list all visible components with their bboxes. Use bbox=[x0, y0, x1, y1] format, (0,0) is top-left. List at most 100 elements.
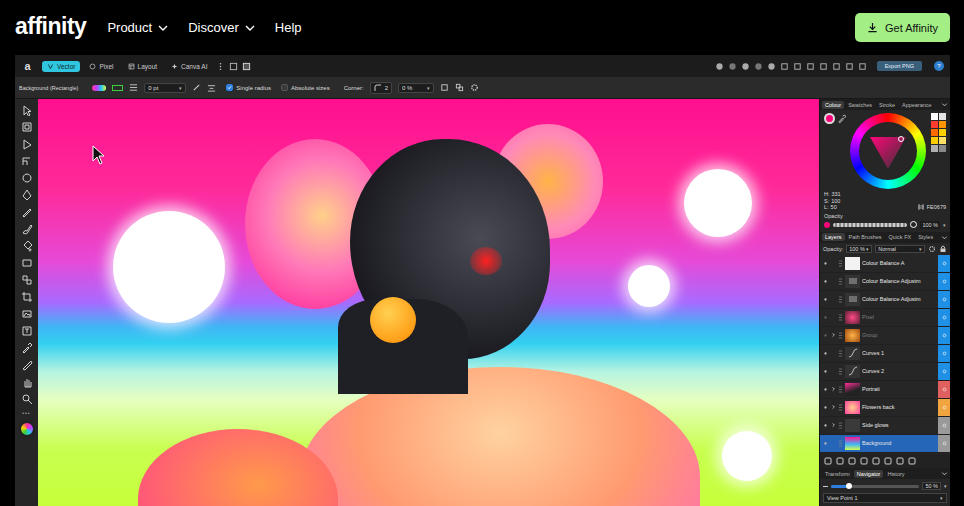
panel-tab[interactable]: Navigator bbox=[854, 470, 884, 478]
hand-tool-icon[interactable] bbox=[21, 376, 33, 388]
panel-tab[interactable]: Stroke bbox=[876, 101, 898, 109]
affinity-logo[interactable]: affinity bbox=[15, 13, 86, 43]
layer-row[interactable]: Pixel bbox=[820, 309, 950, 327]
layer-tag[interactable] bbox=[938, 291, 950, 308]
zoom-slider[interactable] bbox=[831, 485, 919, 488]
visibility-icon[interactable] bbox=[822, 350, 829, 357]
persona-tab[interactable]: Pixel bbox=[84, 61, 118, 72]
arrange-icon[interactable] bbox=[455, 83, 464, 92]
layer-row[interactable]: Colour Balance A bbox=[820, 255, 950, 273]
persona-tab[interactable]: Canva AI bbox=[166, 61, 212, 72]
visibility-icon[interactable] bbox=[822, 260, 829, 267]
rectangle-tool-icon[interactable] bbox=[21, 257, 33, 269]
shape-intersect-icon[interactable] bbox=[741, 62, 750, 71]
hex-field[interactable]: FE0679 bbox=[917, 203, 946, 211]
fill-swatch[interactable] bbox=[92, 85, 106, 91]
pen-tool-icon[interactable] bbox=[21, 189, 33, 201]
panel-tab[interactable]: Swatches bbox=[845, 101, 875, 109]
nav-link[interactable]: Product bbox=[107, 20, 168, 35]
expander[interactable] bbox=[831, 332, 836, 338]
panel-tab[interactable]: Appearance bbox=[899, 101, 935, 109]
swatch[interactable] bbox=[931, 121, 938, 128]
shape-divide-icon[interactable] bbox=[767, 62, 776, 71]
frame-icon[interactable] bbox=[242, 62, 251, 71]
node-tool-icon[interactable] bbox=[21, 138, 33, 150]
corner-count-field[interactable]: 2 bbox=[370, 82, 392, 94]
shape-add-icon[interactable] bbox=[715, 62, 724, 71]
layer-tag[interactable] bbox=[938, 381, 950, 398]
swatch[interactable] bbox=[931, 137, 938, 144]
artboard-tool-icon[interactable] bbox=[21, 121, 33, 133]
snap-icon[interactable] bbox=[806, 62, 815, 71]
visibility-icon[interactable] bbox=[822, 404, 829, 411]
fx-icon[interactable] bbox=[836, 457, 844, 465]
hsl-value[interactable]: S:100 bbox=[824, 198, 841, 205]
zoom-knob[interactable] bbox=[846, 483, 852, 489]
swatch[interactable] bbox=[939, 121, 946, 128]
layer-tag[interactable] bbox=[938, 399, 950, 416]
window-icon[interactable] bbox=[229, 62, 238, 71]
opacity-value[interactable]: 100 % bbox=[920, 221, 940, 229]
group-icon[interactable] bbox=[872, 457, 880, 465]
crop-tool-icon[interactable] bbox=[21, 291, 33, 303]
persona-tab[interactable]: Vector bbox=[42, 61, 80, 72]
knife-tool-icon[interactable] bbox=[21, 359, 33, 371]
shape-builder-tool-icon[interactable] bbox=[21, 172, 33, 184]
brush-tool-icon[interactable] bbox=[21, 223, 33, 235]
get-affinity-button[interactable]: Get Affinity bbox=[855, 13, 950, 42]
colour-selector[interactable] bbox=[19, 421, 35, 437]
checkbox-option[interactable]: Absolute sizes bbox=[281, 84, 330, 91]
app-logo[interactable]: a bbox=[21, 60, 34, 73]
assistant-icon[interactable] bbox=[819, 62, 828, 71]
stroke-width-field[interactable]: 0 pt▾ bbox=[144, 83, 186, 93]
colour-wheel[interactable] bbox=[850, 113, 926, 189]
expand-arrow-icon[interactable] bbox=[831, 386, 836, 392]
more-icon[interactable] bbox=[216, 62, 225, 71]
corner-value-field[interactable]: 0 %▾ bbox=[398, 83, 434, 93]
layer-row[interactable]: Flowers back bbox=[820, 399, 950, 417]
opacity-slider[interactable] bbox=[833, 223, 907, 227]
pen-icon[interactable] bbox=[192, 83, 201, 92]
adjust-icon[interactable] bbox=[848, 457, 856, 465]
text-frame-tool-icon[interactable] bbox=[21, 325, 33, 337]
shape-subtract-icon[interactable] bbox=[728, 62, 737, 71]
canvas[interactable] bbox=[38, 99, 819, 506]
view-point-dropdown[interactable]: View Point 1▾ bbox=[823, 493, 947, 503]
expand-arrow-icon[interactable] bbox=[831, 422, 836, 428]
layer-row[interactable]: Colour Balance Adjustm bbox=[820, 291, 950, 309]
checkbox-option[interactable]: Single radius bbox=[226, 84, 271, 91]
panel-tab[interactable]: Styles bbox=[915, 233, 936, 241]
visibility-icon[interactable] bbox=[822, 440, 829, 447]
swatch[interactable] bbox=[939, 129, 946, 136]
panel-tab[interactable]: Colour bbox=[822, 101, 844, 109]
expand-arrow-icon[interactable] bbox=[831, 332, 836, 338]
hsl-value[interactable]: H:331 bbox=[824, 191, 841, 198]
layer-row[interactable]: Side glows bbox=[820, 417, 950, 435]
mask-icon[interactable] bbox=[824, 457, 832, 465]
add-layer-icon[interactable] bbox=[884, 457, 892, 465]
more-tools[interactable]: ••• bbox=[22, 410, 30, 416]
flip-icon[interactable] bbox=[832, 62, 841, 71]
swatch[interactable] bbox=[939, 145, 946, 152]
visibility-icon[interactable] bbox=[822, 386, 829, 393]
live-filter-icon[interactable] bbox=[860, 457, 868, 465]
help-button[interactable]: ? bbox=[934, 61, 944, 71]
settings-icon[interactable] bbox=[470, 83, 479, 92]
transform-icon[interactable] bbox=[440, 83, 449, 92]
layer-tag[interactable] bbox=[938, 435, 950, 452]
shape-xor-icon[interactable] bbox=[754, 62, 763, 71]
opacity-knob[interactable] bbox=[910, 221, 917, 228]
panel-tab[interactable]: Quick FX bbox=[886, 233, 915, 241]
stroke-swatch[interactable] bbox=[112, 85, 123, 91]
layer-tag[interactable] bbox=[938, 327, 950, 344]
swatch[interactable] bbox=[931, 129, 938, 136]
panel-menu-icon[interactable] bbox=[941, 234, 948, 241]
colour-triangle[interactable] bbox=[868, 131, 908, 171]
align-icon[interactable] bbox=[207, 83, 216, 92]
layer-row[interactable]: Group bbox=[820, 327, 950, 345]
layer-tag[interactable] bbox=[938, 273, 950, 290]
layer-tag[interactable] bbox=[938, 255, 950, 272]
visibility-icon[interactable] bbox=[822, 296, 829, 303]
eyedropper-icon[interactable] bbox=[837, 114, 846, 124]
panel-tab[interactable]: History bbox=[884, 470, 907, 478]
